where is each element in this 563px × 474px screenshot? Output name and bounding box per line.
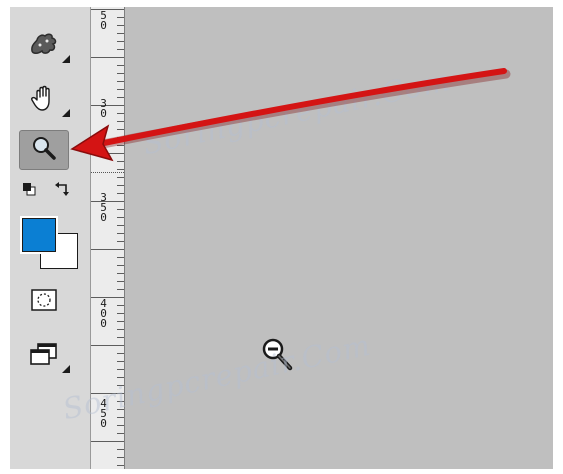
ruler-tick [117, 353, 124, 354]
puppet-icon [29, 31, 59, 62]
puppet-warp-tool-button[interactable] [22, 27, 70, 65]
ruler-tick [117, 425, 124, 426]
flyout-triangle-icon [62, 365, 70, 373]
hand-tool-button[interactable] [22, 81, 70, 119]
ruler-tick [117, 369, 124, 370]
ruler-tick [117, 417, 124, 418]
zoom-magnifier-icon [30, 134, 58, 167]
ruler-tick [117, 177, 124, 178]
flyout-triangle-icon [62, 55, 70, 63]
ruler-label: 4 0 0 [100, 297, 107, 330]
ruler-tick [117, 361, 124, 362]
ruler-tick [117, 209, 124, 210]
ruler-tick [117, 321, 124, 322]
ruler-tick [91, 345, 124, 346]
ruler-tick [91, 9, 124, 10]
ruler-tick [117, 465, 124, 466]
ruler-tick [117, 329, 124, 330]
ruler-tick [117, 65, 124, 66]
screen-mode-button[interactable] [22, 337, 70, 375]
ruler-tick [117, 257, 124, 258]
ruler-tick [117, 225, 124, 226]
flyout-triangle-icon [62, 109, 70, 117]
ruler-tick [117, 169, 124, 170]
ruler-tick [91, 153, 124, 154]
ruler-tick [117, 129, 124, 130]
ruler-tick [117, 121, 124, 122]
ruler-tick [117, 449, 124, 450]
ruler-tick [117, 433, 124, 434]
ruler-tick [117, 49, 124, 50]
ruler-tick [117, 273, 124, 274]
ruler-tick [117, 145, 124, 146]
ruler-tick [117, 265, 124, 266]
screenshot-frame: 5 0 3 0 3 5 0 4 0 0 4 5 0 Soringpcrepair… [0, 0, 563, 474]
ruler-label: 5 0 [100, 9, 107, 32]
ruler-tick [117, 281, 124, 282]
ruler-tick [117, 337, 124, 338]
ruler-tick [117, 25, 124, 26]
ruler-label: 3 0 [100, 97, 107, 120]
ruler-tick [117, 457, 124, 458]
ruler-tick [117, 137, 124, 138]
ruler-tick [117, 81, 124, 82]
ruler-tick [117, 17, 124, 18]
ruler-tick [117, 233, 124, 234]
quick-mask-button[interactable] [22, 283, 66, 321]
ruler-tick [91, 249, 124, 250]
hand-icon [29, 83, 59, 118]
default-colors-icon[interactable] [22, 182, 36, 201]
ruler-tick [117, 33, 124, 34]
ruler-tick [91, 441, 124, 442]
ruler-label: 3 5 0 [100, 191, 107, 224]
ruler-tick [91, 297, 124, 298]
foreground-color-swatch[interactable] [20, 216, 58, 254]
ruler-tick [117, 41, 124, 42]
ruler-tick [117, 217, 124, 218]
swap-colors-icon[interactable] [54, 180, 72, 203]
ruler-tick [117, 161, 124, 162]
ruler-tick [117, 377, 124, 378]
ruler-tick [117, 89, 124, 90]
zoom-tool-button[interactable] [19, 130, 69, 170]
ruler-tick [117, 305, 124, 306]
ruler-guide-line [91, 172, 124, 173]
ruler-tick [117, 185, 124, 186]
ruler-tick [91, 57, 124, 58]
screen-mode-icon [28, 341, 60, 372]
ruler-tick [117, 193, 124, 194]
ruler-tick [117, 97, 124, 98]
quick-mask-icon [29, 288, 59, 317]
ruler-tick [117, 313, 124, 314]
ruler-tick [117, 113, 124, 114]
ruler-tick [117, 241, 124, 242]
ruler-tick [117, 289, 124, 290]
ruler-tick [117, 73, 124, 74]
